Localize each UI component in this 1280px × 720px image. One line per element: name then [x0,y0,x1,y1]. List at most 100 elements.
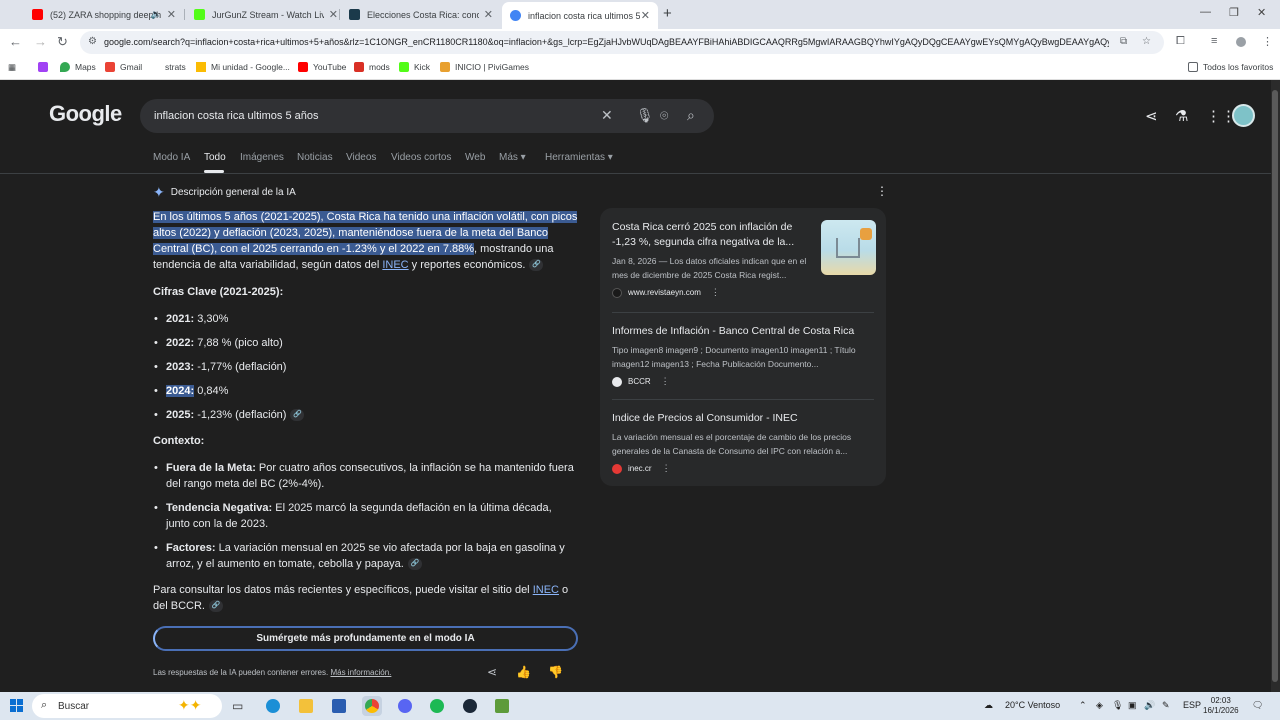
search-icon[interactable]: ⌕ [687,107,695,124]
bookmark-maps[interactable]: Maps [60,62,96,72]
bookmark-mods[interactable]: mods [354,62,390,72]
bookmark-icon[interactable] [38,62,53,72]
steam-icon[interactable] [460,696,480,716]
more-options-icon[interactable]: ⋮ [661,376,670,387]
store-icon[interactable] [329,696,349,716]
volume-icon[interactable]: 🔊 [1144,700,1155,711]
taskbar-search[interactable]: ⌕ Buscar ✦✦ [32,694,222,718]
deep-dive-ai-mode-button[interactable]: Sumérgete más profundamente en el modo I… [153,626,578,651]
source-thumbnail[interactable] [821,220,876,275]
source-title[interactable]: Informes de Inflación - Banco Central de… [612,324,874,339]
minecraft-icon[interactable] [492,696,512,716]
bookmark-pivigames[interactable]: INICIO | PiviGames [440,62,529,72]
chevron-up-icon[interactable]: ⌃ [1079,700,1087,711]
forward-icon[interactable]: → [34,34,47,49]
all-favorites[interactable]: Todos los favoritos [1188,62,1273,72]
bookmark-star-icon[interactable]: ☆ [1142,36,1151,47]
site-info-icon[interactable]: ⚙ [88,36,97,47]
chrome-icon[interactable] [362,696,382,716]
browser-tab-youtube[interactable]: (52) ZARA shopping deep h 🔈 ✕ [24,4,184,25]
bookmark-strats[interactable]: strats [150,62,186,72]
close-tab-icon[interactable]: ✕ [329,8,338,21]
profile-icon[interactable] [1236,37,1246,47]
task-view-icon[interactable]: ▭ [229,696,249,716]
weather-text[interactable]: 20°C Ventoso [1005,700,1060,710]
notifications-icon[interactable]: 🗨 [1252,700,1263,711]
microphone-icon[interactable]: 🎙 [1112,700,1123,711]
citation-link-icon[interactable]: 🔗 [407,558,422,571]
reload-icon[interactable]: ↻ [57,34,68,50]
lens-icon[interactable]: ⌾ [660,107,668,124]
citation-link-icon[interactable]: 🔗 [529,259,544,272]
tab-web[interactable]: Web [465,152,485,163]
language-indicator[interactable]: ESP [1183,700,1201,710]
tab-modo-ia[interactable]: Modo IA [153,152,190,163]
tab-noticias[interactable]: Noticias [297,152,333,163]
address-bar[interactable]: ⚙ google.com/search?q=inflacion+costa+ri… [80,31,1164,54]
source-title[interactable]: Indice de Precios al Consumidor - INEC [612,411,874,426]
weather-icon[interactable]: ☁ [984,700,993,711]
share-icon[interactable]: ⋖ [1145,107,1158,125]
more-info-link[interactable]: Más información. [330,668,391,677]
restore-button[interactable]: ❐ [1229,6,1239,19]
url-text[interactable]: google.com/search?q=inflacion+costa+rica… [104,37,1109,47]
google-logo[interactable]: Google [49,101,122,127]
clear-icon[interactable]: ✕ [601,107,613,124]
search-input[interactable]: inflacion costa rica ultimos 5 años [154,110,318,122]
thumbs-down-icon[interactable]: 👎 [548,665,563,679]
avatar[interactable] [1232,104,1255,127]
share-icon[interactable]: ⋖ [487,665,497,679]
search-box[interactable]: inflacion costa rica ultimos 5 años ✕ 🎙 … [140,99,714,133]
edge-icon[interactable] [263,696,283,716]
pen-icon[interactable]: ✎ [1162,700,1170,711]
close-tab-icon[interactable]: ✕ [484,8,493,21]
close-tab-icon[interactable]: ✕ [641,9,650,22]
close-tab-icon[interactable]: ✕ [167,8,176,21]
tab-herramientas[interactable]: Herramientas ▾ [545,152,613,163]
spotify-icon[interactable] [427,696,447,716]
browser-tab-elecciones[interactable]: Elecciones Costa Rica: conozca ✕ [341,4,501,25]
translate-icon[interactable]: ⧉ [1120,36,1127,47]
tab-todo[interactable]: Todo [204,152,226,163]
labs-icon[interactable]: ⚗ [1175,107,1188,125]
minimize-button[interactable]: — [1200,6,1211,18]
tab-imagenes[interactable]: Imágenes [240,152,284,163]
browser-tab-google[interactable]: inflacion costa rica ultimos 5 añ ✕ [502,2,658,29]
windows-start-icon[interactable] [10,699,23,712]
new-tab-button[interactable]: + [663,5,672,22]
source-card[interactable]: Costa Rica cerró 2025 con inflación de -… [612,220,817,298]
menu-icon[interactable]: ⋮ [1262,35,1273,48]
source-title[interactable]: Costa Rica cerró 2025 con inflación de -… [612,220,817,250]
media-icon[interactable]: ≡ [1211,35,1217,47]
more-options-icon[interactable]: ⋮ [662,463,671,474]
file-explorer-icon[interactable] [296,696,316,716]
network-icon[interactable]: ▣ [1128,700,1137,711]
bookmark-gmail[interactable]: Gmail [105,62,142,72]
taskbar-clock[interactable]: 02:03 16/1/2026 [1203,696,1239,716]
browser-tab-kick[interactable]: JurGunZ Stream - Watch Live o ✕ [186,4,346,25]
inec-link[interactable]: INEC [533,584,559,596]
tray-icon[interactable]: ◈ [1096,700,1103,711]
close-window-button[interactable]: ✕ [1257,6,1266,19]
bookmark-youtube[interactable]: YouTube [298,62,346,72]
scrollbar[interactable] [1272,90,1278,682]
apps-icon[interactable]: ▦ [8,62,16,73]
bookmark-kick[interactable]: Kick [399,62,430,72]
more-options-icon[interactable]: ⋮ [876,184,888,198]
microphone-icon[interactable]: 🎙 [636,107,654,124]
citation-link-icon[interactable]: 🔗 [290,409,305,422]
mute-icon[interactable]: 🔈 [151,9,162,20]
back-icon[interactable]: ← [9,34,22,49]
source-card[interactable]: Informes de Inflación - Banco Central de… [612,324,874,387]
inec-link[interactable]: INEC [382,259,408,271]
citation-link-icon[interactable]: 🔗 [208,600,223,613]
extensions-icon[interactable]: ⧠ [1176,35,1185,48]
bookmark-drive[interactable]: Mi unidad - Google... [196,62,290,72]
source-card[interactable]: Indice de Precios al Consumidor - INEC L… [612,411,874,474]
tab-videos[interactable]: Videos [346,152,376,163]
tab-mas[interactable]: Más ▾ [499,152,526,163]
tab-videos-cortos[interactable]: Videos cortos [391,152,451,163]
thumbs-up-icon[interactable]: 👍 [516,665,531,679]
discord-icon[interactable] [395,696,415,716]
more-options-icon[interactable]: ⋮ [711,287,720,298]
